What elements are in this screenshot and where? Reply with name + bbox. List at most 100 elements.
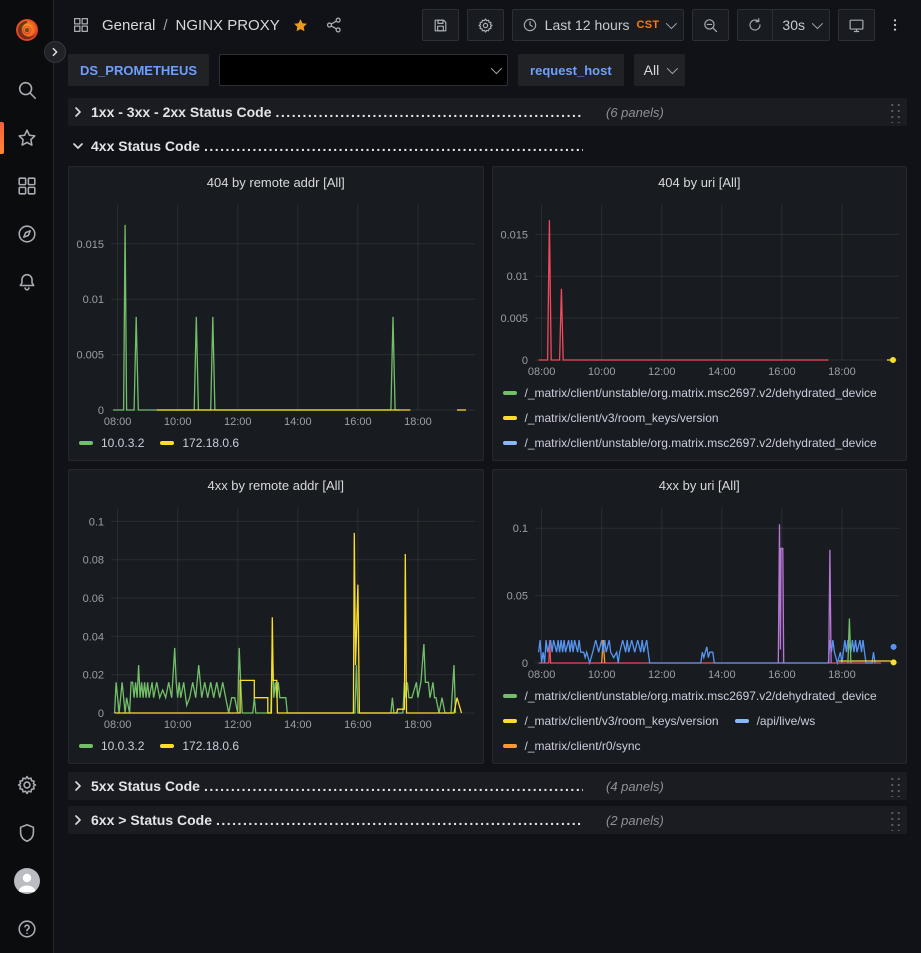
breadcrumb-section[interactable]: General — [102, 17, 155, 34]
svg-text:0.005: 0.005 — [500, 313, 528, 325]
svg-text:10:00: 10:00 — [164, 416, 192, 428]
panel-legend: /_matrix/client/unstable/org.matrix.msc2… — [493, 380, 907, 460]
panel-legend: /_matrix/client/unstable/org.matrix.msc2… — [493, 683, 907, 763]
legend-swatch — [79, 744, 93, 748]
svg-text:0: 0 — [98, 708, 104, 720]
chevron-down-icon — [72, 140, 84, 152]
sidebar-expand-button[interactable] — [44, 41, 66, 63]
sidebar-item-configuration[interactable] — [0, 761, 54, 809]
panel-title[interactable]: 404 by uri [All] — [493, 167, 907, 197]
panel-4xx-by-remote-addr: 4xx by remote addr [All] 08:0010:0012:00… — [68, 469, 484, 764]
legend-label: /api/live/ws — [757, 714, 816, 728]
svg-text:10:00: 10:00 — [587, 669, 615, 681]
legend-item[interactable]: /api/live/ws — [735, 713, 816, 729]
legend-item[interactable]: /_matrix/client/unstable/org.matrix.msc2… — [503, 435, 877, 451]
legend-item[interactable]: /_matrix/client/v3/room_keys/version — [503, 713, 719, 729]
zoom-out-button[interactable] — [692, 9, 729, 41]
legend-swatch — [503, 694, 517, 698]
explore-compass-icon — [16, 223, 38, 245]
svg-text:0: 0 — [521, 355, 527, 367]
svg-text:0.02: 0.02 — [83, 670, 104, 682]
row-drag-handle[interactable] — [888, 775, 901, 797]
svg-text:10:00: 10:00 — [164, 719, 192, 731]
row-drag-handle[interactable] — [888, 809, 901, 831]
tv-mode-button[interactable] — [838, 9, 875, 41]
sidebar-item-server-admin[interactable] — [0, 809, 54, 857]
sidebar — [0, 0, 54, 953]
row-header-1xx-3xx-2xx[interactable]: 1xx - 3xx - 2xx Status Code ............… — [68, 98, 907, 126]
refresh-button[interactable] — [737, 9, 772, 41]
timeseries-chart[interactable]: 08:0010:0012:0014:0016:0018:0000.050.1 — [493, 500, 907, 683]
request-host-value: All — [644, 62, 660, 78]
panel-title[interactable]: 404 by remote addr [All] — [69, 167, 483, 197]
sidebar-item-starred[interactable] — [0, 114, 54, 162]
panel-title[interactable]: 4xx by uri [All] — [493, 470, 907, 500]
kebab-menu-icon — [887, 17, 903, 33]
row-header-6xx[interactable]: 6xx > Status Code ......................… — [68, 806, 907, 834]
legend-item[interactable]: /_matrix/client/unstable/org.matrix.msc2… — [503, 688, 877, 704]
legend-item[interactable]: 172.18.0.6 — [160, 435, 239, 451]
alerting-bell-icon — [16, 271, 38, 293]
legend-label: /_matrix/client/unstable/org.matrix.msc2… — [525, 436, 877, 450]
refresh-interval-dropdown[interactable]: 30s — [772, 9, 830, 41]
sidebar-item-explore[interactable] — [0, 210, 54, 258]
legend-item[interactable]: 10.0.3.2 — [79, 435, 144, 451]
legend-swatch — [503, 744, 517, 748]
row-dots-leader: ........................................… — [204, 778, 583, 794]
svg-text:0: 0 — [521, 658, 527, 670]
svg-text:16:00: 16:00 — [344, 416, 372, 428]
svg-text:12:00: 12:00 — [224, 416, 252, 428]
timeseries-chart[interactable]: 08:0010:0012:0014:0016:0018:0000.0050.01… — [493, 197, 907, 380]
dashboards-icon — [16, 175, 38, 197]
row-dots-leader: ........................................… — [276, 104, 583, 120]
configuration-gear-icon — [16, 774, 38, 796]
dashboard-canvas: 1xx - 3xx - 2xx Status Code ............… — [54, 90, 921, 834]
request-host-variable-select[interactable]: All — [634, 54, 686, 86]
dashboard-settings-button[interactable] — [467, 9, 504, 41]
svg-text:16:00: 16:00 — [768, 366, 796, 378]
legend-item[interactable]: 10.0.3.2 — [79, 738, 144, 754]
legend-label: 10.0.3.2 — [101, 739, 144, 753]
breadcrumb-dashboard-title[interactable]: NGINX PROXY — [176, 17, 280, 34]
favorite-star-icon[interactable] — [288, 13, 313, 38]
legend-item[interactable]: /_matrix/client/unstable/org.matrix.msc2… — [503, 385, 877, 401]
sidebar-item-dashboards[interactable] — [0, 162, 54, 210]
time-range-picker[interactable]: Last 12 hours CST — [512, 9, 685, 41]
panel-title[interactable]: 4xx by remote addr [All] — [69, 470, 483, 500]
svg-text:0.05: 0.05 — [506, 591, 527, 603]
settings-gear-icon — [477, 17, 494, 34]
sidebar-item-alerting[interactable] — [0, 258, 54, 306]
svg-text:0.1: 0.1 — [89, 516, 104, 528]
breadcrumb: General / NGINX PROXY — [68, 12, 414, 38]
legend-item[interactable]: 172.18.0.6 — [160, 738, 239, 754]
row-drag-handle[interactable] — [888, 101, 901, 123]
share-icon[interactable] — [321, 12, 347, 38]
sidebar-item-help[interactable] — [0, 905, 54, 953]
sidebar-item-profile[interactable] — [0, 857, 54, 905]
legend-swatch — [503, 391, 517, 395]
timezone-label: CST — [637, 19, 660, 31]
svg-text:0.005: 0.005 — [76, 350, 104, 362]
active-section-indicator — [0, 122, 4, 154]
request-host-variable-label[interactable]: request_host — [518, 54, 624, 86]
row-header-5xx[interactable]: 5xx Status Code ........................… — [68, 772, 907, 800]
svg-text:12:00: 12:00 — [647, 669, 675, 681]
legend-swatch — [503, 719, 517, 723]
legend-item[interactable]: /_matrix/client/v3/room_keys/version — [503, 410, 719, 426]
timeseries-chart[interactable]: 08:0010:0012:0014:0016:0018:0000.0050.01… — [69, 197, 483, 430]
chevron-right-icon — [72, 814, 84, 826]
svg-text:18:00: 18:00 — [828, 669, 856, 681]
row-header-4xx[interactable]: 4xx Status Code ........................… — [68, 132, 907, 160]
legend-label: 10.0.3.2 — [101, 436, 144, 450]
timeseries-chart[interactable]: 08:0010:0012:0014:0016:0018:0000.020.040… — [69, 500, 483, 733]
row-dots-leader: ........................................… — [216, 812, 583, 828]
datasource-variable-label[interactable]: DS_PROMETHEUS — [68, 54, 209, 86]
datasource-variable-select[interactable] — [219, 54, 508, 86]
svg-text:18:00: 18:00 — [828, 366, 856, 378]
legend-item[interactable]: /_matrix/client/r0/sync — [503, 738, 641, 754]
kebab-menu-button[interactable] — [883, 13, 907, 37]
sidebar-item-search[interactable] — [0, 66, 54, 114]
svg-text:0: 0 — [98, 405, 104, 417]
save-dashboard-button[interactable] — [422, 9, 459, 41]
svg-text:12:00: 12:00 — [647, 366, 675, 378]
